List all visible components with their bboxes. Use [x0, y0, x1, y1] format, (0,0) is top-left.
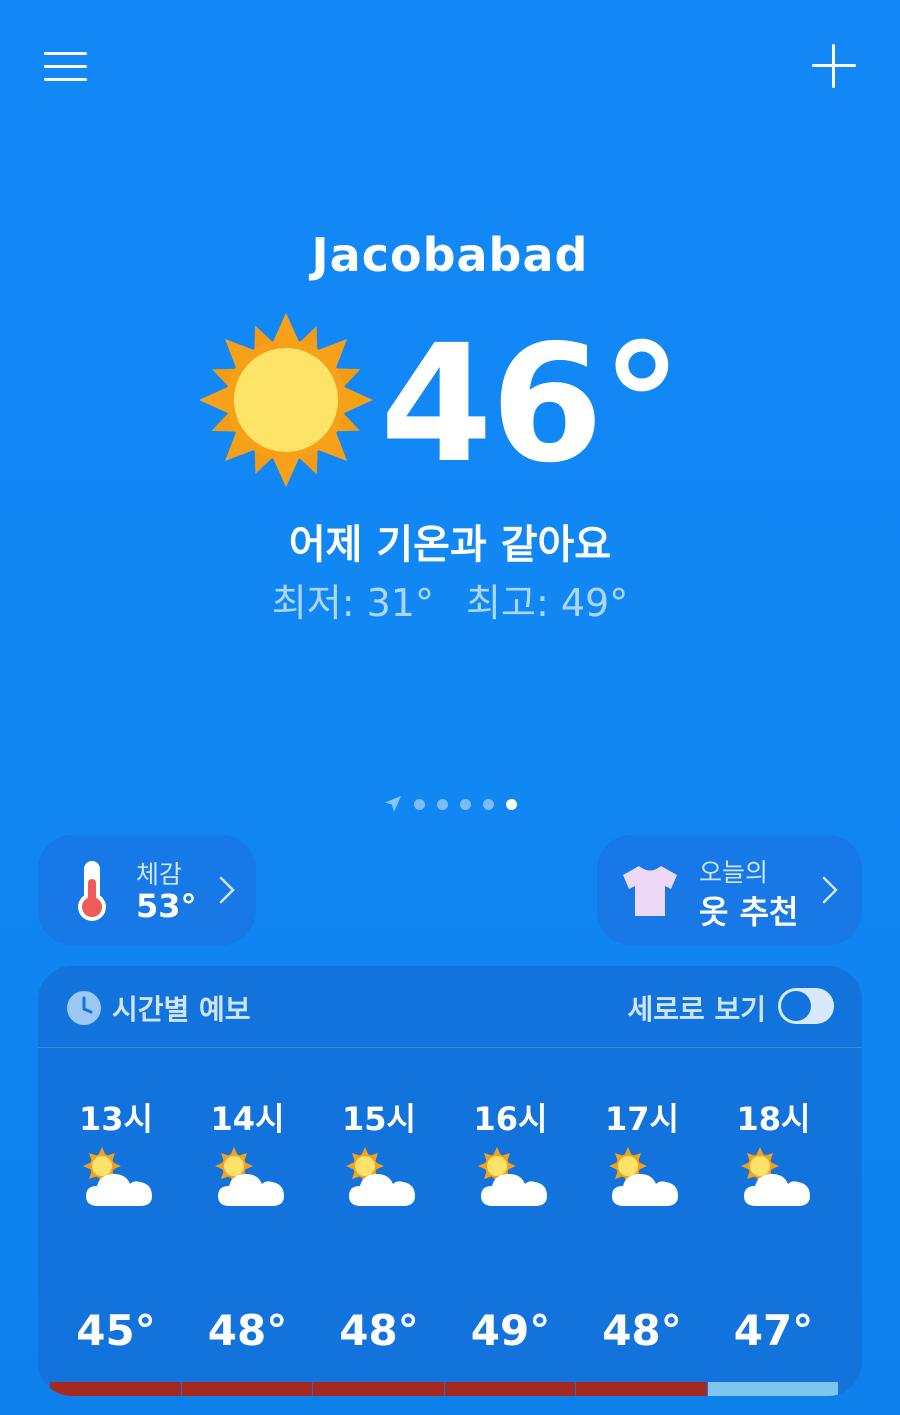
- partly-cloudy-icon: [82, 1146, 156, 1210]
- toggle-knob: [781, 991, 811, 1021]
- current-weather: 46°: [0, 312, 900, 492]
- menu-icon: [44, 52, 87, 55]
- tshirt-icon: [623, 866, 677, 916]
- hourly-temperature: 48°: [602, 1306, 682, 1355]
- temperature-bar-segment: [707, 1382, 838, 1396]
- temperature-bar-segment: [181, 1382, 312, 1396]
- hourly-temperature: 47°: [733, 1306, 814, 1355]
- menu-button[interactable]: [44, 48, 88, 84]
- thermometer-icon: [78, 861, 106, 921]
- menu-icon-line: [44, 65, 87, 68]
- hourly-temperature: 45°: [76, 1306, 156, 1355]
- add-location-button[interactable]: [812, 44, 856, 88]
- hourly-time: 18시: [736, 1100, 811, 1138]
- hourly-item: 15시 48°: [313, 1086, 445, 1386]
- feels-like-card[interactable]: 체감 53°: [38, 835, 256, 945]
- vertical-view-toggle[interactable]: [778, 988, 834, 1024]
- hourly-list: 13시 45° 14시 48° 15시 48° 16시 49° 17시 48°: [38, 1086, 862, 1386]
- hourly-time: 15시: [342, 1100, 416, 1138]
- hourly-forecast-header: 시간별 예보 세로로 보기: [38, 966, 862, 1048]
- page-indicator[interactable]: [0, 794, 900, 814]
- hourly-time: 17시: [605, 1100, 679, 1138]
- chevron-right-icon: [219, 876, 235, 904]
- sun-icon: [199, 313, 373, 487]
- hourly-temperature: 48°: [207, 1306, 288, 1355]
- partly-cloudy-icon: [214, 1146, 288, 1210]
- min-max-temperature: 최저: 31° 최고: 49°: [0, 572, 900, 627]
- hourly-temperature: 49°: [470, 1306, 551, 1355]
- hourly-time: 13시: [79, 1100, 153, 1138]
- partly-cloudy-icon: [477, 1146, 551, 1210]
- chevron-right-icon: [822, 876, 838, 904]
- hourly-item: 14시 48°: [182, 1086, 314, 1386]
- location-arrow-icon: [384, 796, 401, 812]
- page-dot[interactable]: [436, 798, 448, 810]
- yesterday-comparison: 어제 기온과 같아요: [288, 522, 612, 568]
- hourly-item: 16시 49°: [445, 1086, 577, 1386]
- temperature-bar-segment: [444, 1382, 575, 1396]
- clothes-label: 오늘의: [699, 858, 769, 887]
- clothes-value: 옷 추천: [699, 893, 799, 931]
- current-temperature: 46°: [380, 311, 682, 499]
- temperature-bar-segment: [576, 1382, 707, 1396]
- hourly-time: 16시: [473, 1100, 548, 1138]
- page-dot[interactable]: [413, 798, 425, 810]
- hourly-time: 14시: [210, 1100, 285, 1138]
- page-dot[interactable]: [482, 798, 494, 810]
- page-dot-active[interactable]: [505, 798, 517, 810]
- min-temperature: 최저: 31°: [271, 581, 434, 625]
- partly-cloudy-icon: [740, 1146, 814, 1210]
- temperature-bar-segment: [313, 1382, 444, 1396]
- feels-like-value: 53°: [136, 887, 197, 925]
- max-temperature: 최고: 49°: [466, 581, 629, 625]
- menu-icon-line: [44, 78, 87, 81]
- hourly-temperature: 48°: [339, 1306, 419, 1355]
- partly-cloudy-icon: [608, 1146, 682, 1210]
- clock-icon: [67, 991, 101, 1025]
- vertical-view-label: 세로로 보기: [627, 993, 766, 1026]
- feels-like-label: 체감: [136, 860, 183, 889]
- temperature-bar-segment: [50, 1382, 181, 1396]
- top-bar: [0, 0, 900, 130]
- page-dot[interactable]: [459, 798, 471, 810]
- partly-cloudy-icon: [345, 1146, 419, 1210]
- hourly-item: 18시 47°: [708, 1086, 840, 1386]
- hourly-item: 17시 48°: [576, 1086, 708, 1386]
- hourly-forecast-card: 시간별 예보 세로로 보기 13시 45° 14시 48° 15시 48° 16…: [38, 966, 862, 1396]
- city-name: Jacobabad: [311, 228, 589, 282]
- hourly-item: 13시 45°: [50, 1086, 182, 1386]
- temperature-bars: [50, 1382, 850, 1396]
- clothes-recommendation-card[interactable]: 오늘의 옷 추천: [597, 835, 862, 945]
- hourly-forecast-title: 시간별 예보: [112, 993, 251, 1026]
